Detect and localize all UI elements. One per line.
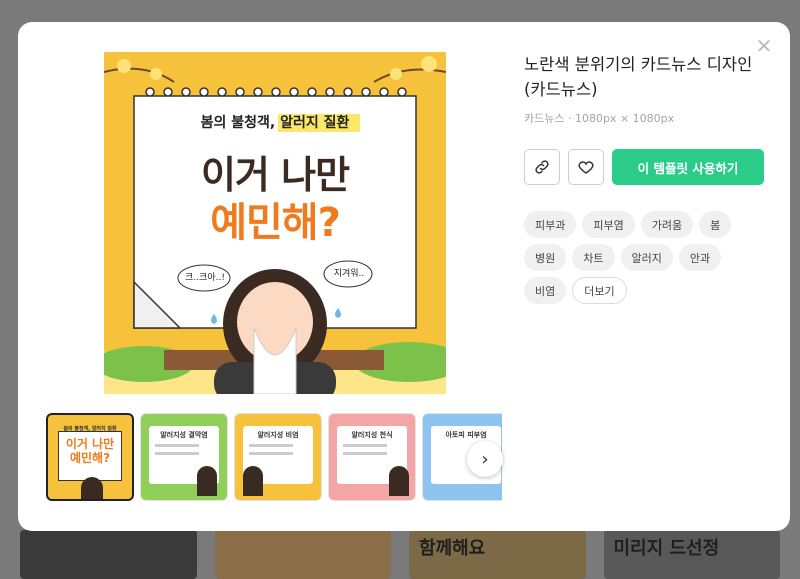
preview-bubble-right: 지겨워.. [333,269,365,279]
tag-chip[interactable]: 봄 [699,211,732,238]
tag-chip[interactable]: 알러지 [620,244,673,271]
thumbnail-1[interactable]: 봄의 불청객, 알러지 질환 이거 나만 예민해? [46,413,134,501]
background-card-text: 함께해요 [419,538,486,559]
chevron-right-icon: › [481,448,489,470]
background-card [20,530,197,579]
template-title: 노란색 분위기의 카드뉴스 디자인 (카드뉴스) [524,55,753,99]
template-info-panel: 노란색 분위기의 카드뉴스 디자인 (카드뉴스) 카드뉴스 · 1080px ×… [524,52,769,304]
preview-subheadline-text: 봄의 불청객, [200,115,281,131]
tag-chip[interactable]: 가려움 [640,211,694,238]
thumbnail-character [81,477,103,499]
tag-chip[interactable]: 비염 [524,277,567,304]
tag-chip[interactable]: 피부염 [582,211,635,238]
thumbnail-character [243,466,263,496]
background-card: 미리지 드선정 [603,530,780,579]
thumbnail-title: 이거 나만 예민해? [65,437,115,465]
thumbnail-character [389,466,409,496]
tag-chip[interactable]: 차트 [572,244,615,271]
thumbnail-line [343,452,387,455]
preview-subheadline: 봄의 불청객, 알러지 질환 [104,112,446,132]
background-card-text: 미리지 드선정 [613,538,720,559]
thumbnail-title: 알러지성 천식 [351,431,393,439]
thumbnail-title: 아토피 피부염 [445,431,487,439]
thumbnail-line [249,444,293,447]
thumbnail-line [155,452,199,455]
background-card [214,530,391,579]
thumbnail-3[interactable]: 알러지성 비염 [234,413,322,501]
thumbnail-line [343,444,387,447]
template-detail-modal: ✕ 봄의 불청객, 알러지 질환 이거 나만 예민해? 크..크아..! 지겨워… [18,22,790,531]
background-card: 함께해요 [409,530,586,579]
thumbnail-line [155,444,199,447]
thumbnail-line [249,452,293,455]
like-button[interactable] [568,149,604,185]
link-icon [535,160,549,174]
preview-subheadline-highlight: 알러지 질환 [280,115,350,131]
more-tags-button[interactable]: 더보기 [572,277,627,304]
tag-list: 피부과 피부염 가려움 봄 병원 차트 알러지 안과 비염 더보기 [524,211,764,304]
tag-chip[interactable]: 피부과 [524,211,577,238]
preview-headline-2: 예민해? [210,200,341,246]
template-meta: 카드뉴스 · 1080px × 1080px [524,112,675,125]
thumbnail-4[interactable]: 알러지성 천식 [328,413,416,501]
template-actions: 이 템플릿 사용하기 [524,149,769,185]
use-template-button[interactable]: 이 템플릿 사용하기 [612,149,764,185]
copy-link-button[interactable] [524,149,560,185]
heart-icon [578,161,594,174]
thumbnail-title: 알러지성 결막염 [160,431,208,439]
tag-chip[interactable]: 안과 [678,244,722,271]
next-thumbnail-button[interactable]: › [467,441,503,477]
thumbnail-2[interactable]: 알러지성 결막염 [140,413,228,501]
thumbnail-title: 알러지성 비염 [257,431,299,439]
tag-chip[interactable]: 병원 [524,244,567,271]
preview-bubble-left: 크..크아..! [185,273,225,283]
thumbnail-character [197,466,217,496]
template-preview-image: 봄의 불청객, 알러지 질환 이거 나만 예민해? 크..크아..! 지겨워.. [104,52,446,394]
background-cards: 함께해요 미리지 드선정 [20,530,780,579]
thumbnail-strip: 봄의 불청객, 알러지 질환 이거 나만 예민해? 알러지성 결막염 알러지성 … [46,413,502,503]
